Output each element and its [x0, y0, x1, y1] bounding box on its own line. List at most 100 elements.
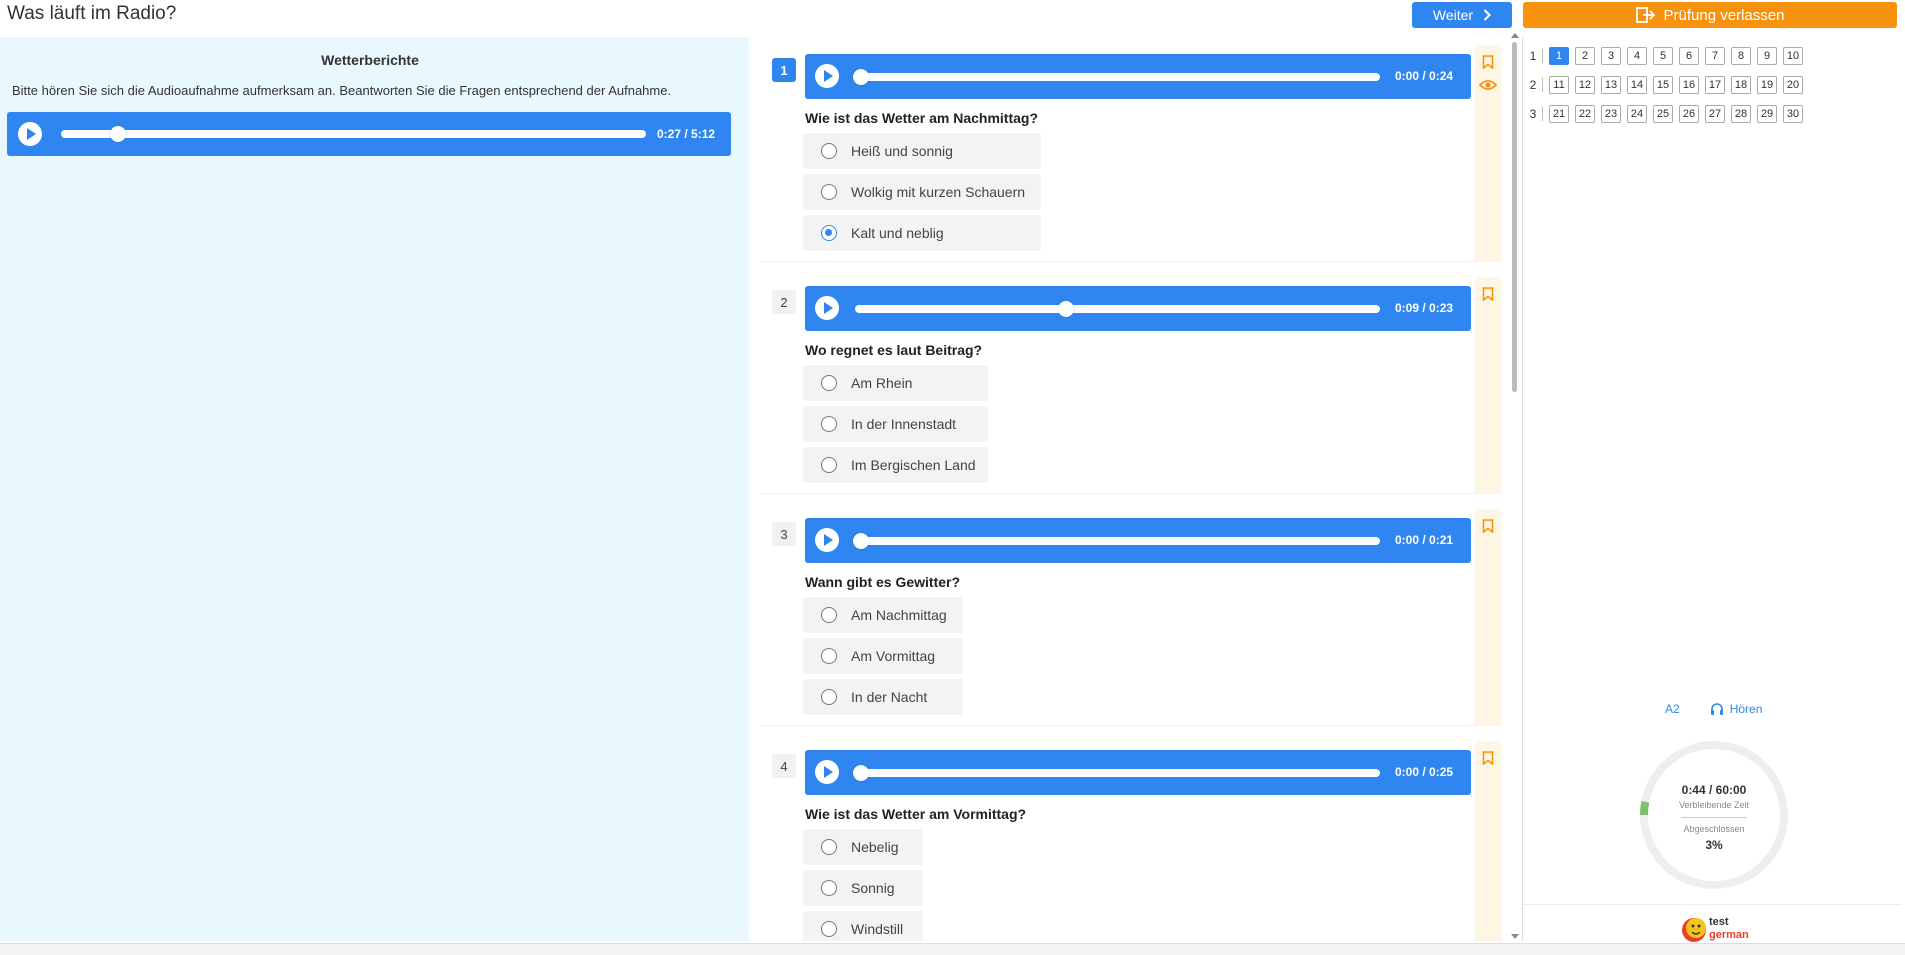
next-button[interactable]: Weiter: [1412, 2, 1512, 28]
bookmark-icon[interactable]: [1482, 287, 1494, 301]
navigator-question-5[interactable]: 5: [1653, 47, 1673, 65]
question-text: Wie ist das Wetter am Vormittag?: [805, 806, 1027, 822]
main-progress-track[interactable]: [61, 130, 646, 138]
radio-button[interactable]: [821, 689, 837, 705]
question-side-strip: [1475, 45, 1501, 262]
main-play-button[interactable]: [18, 122, 42, 146]
navigator-question-15[interactable]: 15: [1653, 76, 1673, 94]
radio-button[interactable]: [821, 607, 837, 623]
question-block: 3 0:00 / 0:21 Wann gibt es Gewitter? Am Nac…: [756, 501, 1503, 726]
navigator-question-22[interactable]: 22: [1575, 105, 1595, 123]
headphones-icon: [1710, 702, 1723, 715]
question-progress-track[interactable]: [855, 73, 1380, 81]
scroll-down-arrow[interactable]: [1511, 934, 1519, 939]
question-progress-track[interactable]: [855, 305, 1380, 313]
navigator-question-3[interactable]: 3: [1601, 47, 1621, 65]
logo-text-top: test: [1709, 916, 1729, 928]
radio-button[interactable]: [821, 184, 837, 200]
exit-exam-button[interactable]: Prüfung verlassen: [1523, 2, 1897, 28]
question-progress-track[interactable]: [855, 769, 1380, 777]
radio-button[interactable]: [821, 921, 837, 937]
navigator-question-24[interactable]: 24: [1627, 105, 1647, 123]
navigator-question-7[interactable]: 7: [1705, 47, 1725, 65]
navigator-question-25[interactable]: 25: [1653, 105, 1673, 123]
next-button-label: Weiter: [1432, 7, 1474, 23]
answer-option[interactable]: Wolkig mit kurzen Schauern: [803, 174, 1041, 210]
question-play-button[interactable]: [815, 760, 839, 784]
answer-option[interactable]: In der Nacht: [803, 679, 963, 715]
progress-ring: [1640, 741, 1788, 889]
question-play-button[interactable]: [815, 64, 839, 88]
question-progress-thumb[interactable]: [853, 765, 869, 781]
answer-option[interactable]: Im Bergischen Land: [803, 447, 988, 483]
question-card: 2 0:09 / 0:23 Wo regnet es laut Beitrag? Am…: [760, 277, 1483, 494]
question-audio-time: 0:09 / 0:23: [1395, 301, 1454, 315]
navigator-question-14[interactable]: 14: [1627, 76, 1647, 94]
chevron-right-icon: [1483, 9, 1492, 21]
radio-button[interactable]: [821, 416, 837, 432]
navigator-question-13[interactable]: 13: [1601, 76, 1621, 94]
answer-option[interactable]: Am Nachmittag: [803, 597, 963, 633]
answer-option-label: Windstill: [851, 921, 904, 937]
navigator-question-12[interactable]: 12: [1575, 76, 1595, 94]
answer-option[interactable]: Sonnig: [803, 870, 923, 906]
radio-button[interactable]: [821, 880, 837, 896]
bookmark-icon[interactable]: [1482, 751, 1494, 765]
navigator-question-8[interactable]: 8: [1731, 47, 1751, 65]
navigator-question-16[interactable]: 16: [1679, 76, 1699, 94]
radio-button[interactable]: [821, 457, 837, 473]
answer-option[interactable]: Heiß und sonnig: [803, 133, 1041, 169]
navigator-question-30[interactable]: 30: [1783, 105, 1803, 123]
timer-value: 0:44 / 60:00: [1681, 783, 1747, 797]
answer-option[interactable]: Am Rhein: [803, 365, 988, 401]
answer-option[interactable]: Windstill: [803, 911, 923, 941]
question-progress-track[interactable]: [855, 537, 1380, 545]
navigator-question-10[interactable]: 10: [1783, 47, 1803, 65]
navigator-question-4[interactable]: 4: [1627, 47, 1647, 65]
scroll-thumb[interactable]: [1512, 42, 1517, 392]
navigator-question-11[interactable]: 11: [1549, 76, 1569, 94]
question-progress-thumb[interactable]: [853, 533, 869, 549]
navigator-question-1[interactable]: 1: [1549, 47, 1569, 65]
questions-scrollbar[interactable]: [1511, 33, 1519, 941]
question-progress-thumb[interactable]: [1057, 301, 1074, 317]
answer-option[interactable]: Nebelig: [803, 829, 923, 865]
question-audio-time: 0:00 / 0:25: [1395, 765, 1454, 779]
answer-option[interactable]: Am Vormittag: [803, 638, 963, 674]
answer-option[interactable]: Kalt und neblig: [803, 215, 1041, 251]
navigator-question-6[interactable]: 6: [1679, 47, 1699, 65]
radio-button[interactable]: [821, 839, 837, 855]
answer-option-label: Am Rhein: [851, 375, 913, 391]
section-heading: Wetterberichte: [321, 52, 419, 68]
navigator-question-28[interactable]: 28: [1731, 105, 1751, 123]
navigator-question-19[interactable]: 19: [1757, 76, 1777, 94]
main-progress-thumb[interactable]: [109, 126, 126, 142]
bookmark-icon[interactable]: [1482, 519, 1494, 533]
navigator-question-20[interactable]: 20: [1783, 76, 1803, 94]
radio-button[interactable]: [821, 648, 837, 664]
completed-label: Abgeschlossen: [1683, 824, 1745, 834]
navigator-question-26[interactable]: 26: [1679, 105, 1699, 123]
radio-button[interactable]: [821, 375, 837, 391]
question-play-button[interactable]: [815, 528, 839, 552]
bookmark-icon[interactable]: [1482, 55, 1494, 69]
navigator-question-27[interactable]: 27: [1705, 105, 1725, 123]
navigator-question-29[interactable]: 29: [1757, 105, 1777, 123]
question-play-button[interactable]: [815, 296, 839, 320]
navigator-question-2[interactable]: 2: [1575, 47, 1595, 65]
radio-button[interactable]: [821, 225, 837, 241]
navigator-question-21[interactable]: 21: [1549, 105, 1569, 123]
testgerman-logo: test german: [1681, 913, 1751, 947]
scroll-up-arrow[interactable]: [1511, 33, 1519, 38]
main-audio-player: 0:27 / 5:12: [7, 112, 731, 156]
question-progress-thumb[interactable]: [853, 69, 869, 85]
navigator-question-18[interactable]: 18: [1731, 76, 1751, 94]
navigator-question-9[interactable]: 9: [1757, 47, 1777, 65]
radio-button[interactable]: [821, 143, 837, 159]
navigator-question-17[interactable]: 17: [1705, 76, 1725, 94]
answer-option[interactable]: In der Innenstadt: [803, 406, 988, 442]
navigator-question-23[interactable]: 23: [1601, 105, 1621, 123]
logo-mascot-icon: [1682, 918, 1706, 942]
eye-icon[interactable]: [1479, 79, 1497, 91]
question-text: Wie ist das Wetter am Nachmittag?: [805, 110, 1039, 126]
